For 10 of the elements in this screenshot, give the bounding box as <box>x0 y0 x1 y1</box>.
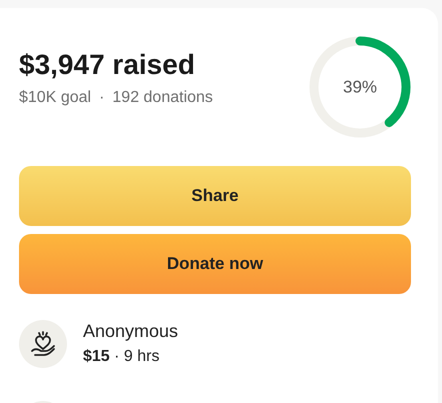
progress-percent: 39% <box>342 76 378 98</box>
donation-count: 192 donations <box>112 88 213 108</box>
donor-name: Anonymous <box>83 320 178 343</box>
goal-text: $10K goal <box>19 88 92 108</box>
amount-raised: $3,947 raised <box>19 48 196 82</box>
donate-button[interactable]: Donate now <box>19 234 411 294</box>
hand-heart-icon <box>30 330 56 356</box>
separator: · <box>99 88 104 108</box>
donation-detail: $15 · 9 hrs <box>83 347 160 367</box>
share-button[interactable]: Share <box>19 166 411 226</box>
